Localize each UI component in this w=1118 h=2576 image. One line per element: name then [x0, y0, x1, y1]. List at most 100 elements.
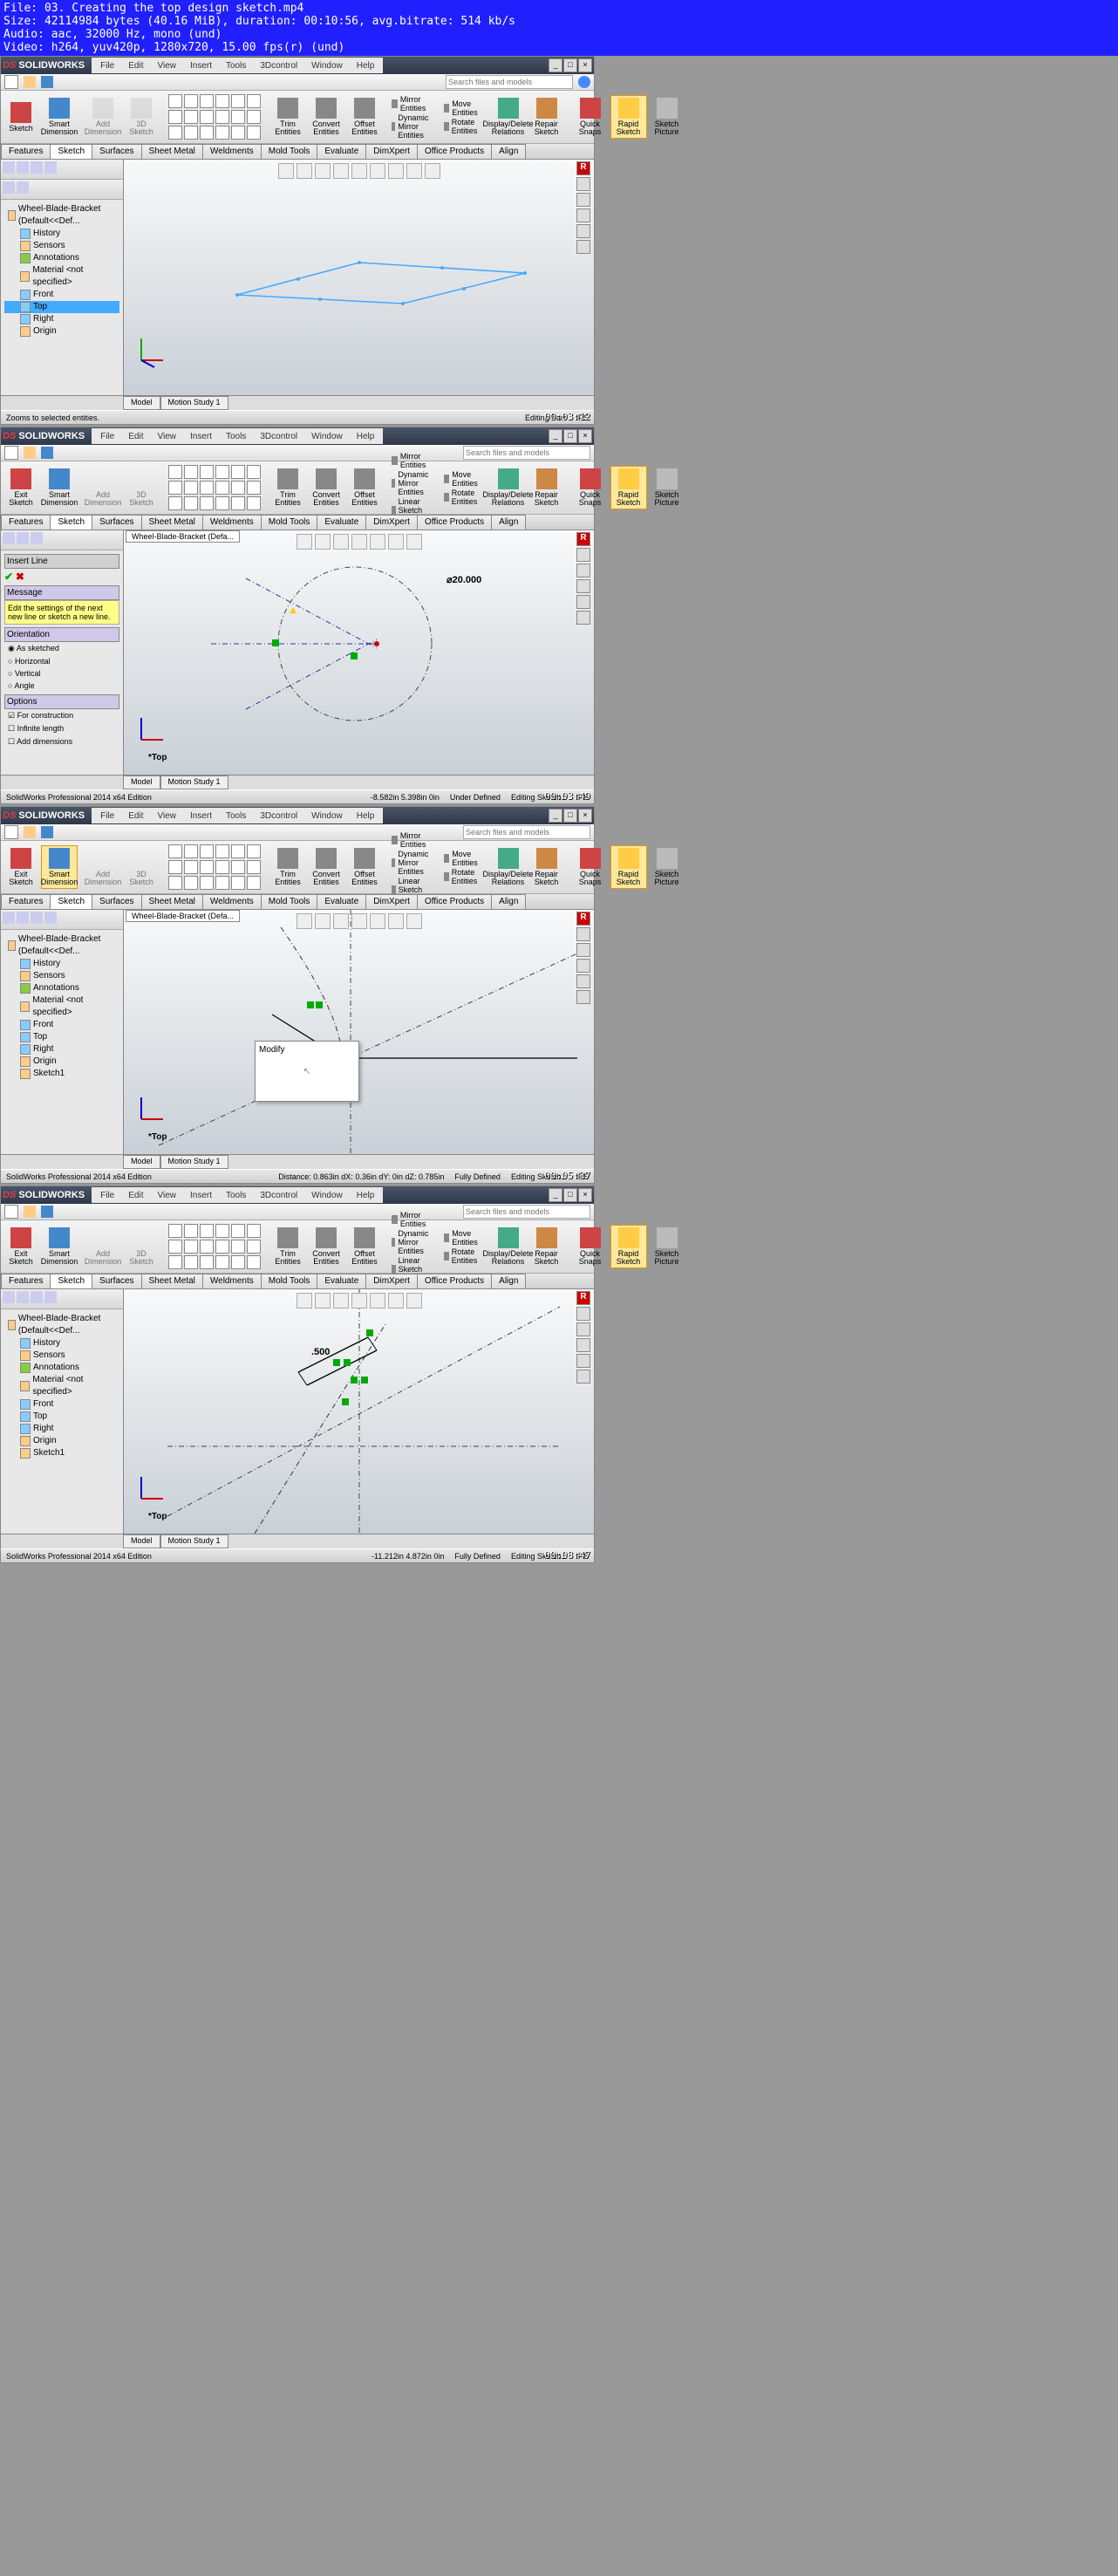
scene-icon[interactable]: [406, 534, 422, 550]
new-icon[interactable]: [4, 446, 18, 460]
plane-tool[interactable]: [247, 110, 261, 124]
ellipse-tool[interactable]: [184, 110, 198, 124]
menu-file[interactable]: File: [95, 810, 119, 823]
fillet-tool[interactable]: [200, 110, 214, 124]
menu-window[interactable]: Window: [306, 59, 348, 72]
file-explorer-icon[interactable]: [576, 564, 590, 577]
hex-tool[interactable]: [215, 496, 229, 510]
chamfer-tool[interactable]: [200, 126, 214, 140]
quick-snaps-button[interactable]: Quick Snaps: [572, 1225, 609, 1268]
3d-sketch-button[interactable]: 3D Sketch: [123, 1225, 160, 1268]
rapid-sketch-button[interactable]: Rapid Sketch: [610, 466, 647, 509]
menu-3dcontrol[interactable]: 3Dcontrol: [255, 810, 303, 823]
opt-angle[interactable]: ○ Angle: [4, 680, 119, 692]
view-palette-icon[interactable]: [576, 208, 590, 222]
modify-dialog[interactable]: Modify ↖: [255, 1041, 359, 1102]
circle-tool[interactable]: [184, 94, 198, 108]
appearance-icon[interactable]: [406, 163, 422, 179]
tab-sheetmetal[interactable]: Sheet Metal: [141, 515, 203, 530]
tree-material[interactable]: Material <not specified>: [4, 994, 119, 1019]
spline-tool[interactable]: [200, 94, 214, 108]
tab-surfaces[interactable]: Surfaces: [92, 515, 141, 530]
convert-button[interactable]: Convert Entities: [308, 845, 344, 889]
smart-dimension-button[interactable]: Smart Dimension: [41, 1225, 78, 1268]
close-button[interactable]: ×: [578, 809, 592, 823]
offset-tool[interactable]: [231, 126, 245, 140]
exit-sketch-button[interactable]: Exit Sketch: [3, 466, 39, 509]
mirror-entities[interactable]: Mirror Entities: [392, 452, 433, 469]
tree-origin[interactable]: Origin: [4, 325, 119, 338]
move-entities[interactable]: Move Entities: [444, 850, 481, 867]
search-input[interactable]: [463, 825, 590, 839]
add-dimension-button[interactable]: Add Dimension: [85, 466, 121, 509]
tab-motion-study[interactable]: Motion Study 1: [160, 1534, 228, 1548]
tab-office[interactable]: Office Products: [417, 144, 492, 159]
rotate-entities[interactable]: Rotate Entities: [444, 118, 481, 135]
doc-tab[interactable]: Wheel-Blade-Bracket (Defa...: [126, 530, 240, 543]
hide-show-icon[interactable]: [388, 163, 404, 179]
rect-tool[interactable]: [215, 465, 229, 479]
rapid-sketch-button[interactable]: Rapid Sketch: [610, 845, 647, 889]
open-icon[interactable]: [24, 447, 36, 459]
scene-icon[interactable]: [425, 163, 440, 179]
tab-evaluate[interactable]: Evaluate: [317, 515, 366, 530]
tree-sensors[interactable]: Sensors: [4, 1349, 119, 1362]
menu-view[interactable]: View: [152, 59, 181, 72]
rotate-entities[interactable]: Rotate Entities: [444, 868, 481, 885]
menu-tools[interactable]: Tools: [221, 810, 251, 823]
design-lib-icon[interactable]: [576, 548, 590, 562]
fillet-tool[interactable]: [200, 481, 214, 495]
convert-button[interactable]: Convert Entities: [308, 95, 344, 139]
menu-edit[interactable]: Edit: [123, 810, 148, 823]
section-icon[interactable]: [333, 534, 349, 550]
point-tool[interactable]: [215, 110, 229, 124]
opt-horizontal[interactable]: ○ Horizontal: [4, 655, 119, 667]
cancel-button[interactable]: ✖: [16, 571, 24, 583]
text-tool[interactable]: [231, 110, 245, 124]
display-style-icon[interactable]: [370, 534, 385, 550]
tab-model[interactable]: Model: [123, 396, 160, 410]
options-header[interactable]: Options: [4, 694, 119, 709]
quick-snaps-button[interactable]: Quick Snaps: [572, 845, 609, 889]
tree-top[interactable]: Top: [4, 1411, 119, 1423]
section-icon[interactable]: [333, 163, 349, 179]
chk-add-dims[interactable]: ☐ Add dimensions: [4, 735, 119, 748]
tab-model[interactable]: Model: [123, 776, 160, 789]
menu-3dcontrol[interactable]: 3Dcontrol: [255, 430, 303, 443]
menu-insert[interactable]: Insert: [185, 810, 217, 823]
custom-props-icon[interactable]: [576, 611, 590, 625]
close-button[interactable]: ×: [578, 58, 592, 72]
tree-origin[interactable]: Origin: [4, 1056, 119, 1068]
chk-infinite[interactable]: ☐ Infinite length: [4, 722, 119, 735]
view-palette-icon[interactable]: [576, 579, 590, 593]
tab-moldtools[interactable]: Mold Tools: [261, 515, 318, 530]
quick-snaps-button[interactable]: Quick Snaps: [572, 95, 609, 139]
custom-props-icon[interactable]: [576, 240, 590, 254]
add-dimension-button[interactable]: Add Dimension: [85, 845, 121, 889]
search-input[interactable]: [446, 75, 573, 89]
appearances-icon[interactable]: [576, 224, 590, 238]
sketch-picture-button[interactable]: Sketch Picture: [649, 845, 685, 889]
doc-tab[interactable]: Wheel-Blade-Bracket (Defa...: [126, 910, 240, 922]
plane-tool[interactable]: [247, 481, 261, 495]
menu-help[interactable]: Help: [351, 810, 380, 823]
maximize-button[interactable]: □: [563, 429, 577, 443]
maximize-button[interactable]: □: [563, 809, 577, 823]
menu-file[interactable]: File: [95, 59, 119, 72]
line-tool[interactable]: [168, 94, 182, 108]
3d-sketch-button[interactable]: 3D Sketch: [123, 466, 160, 509]
eye-icon[interactable]: [31, 161, 43, 174]
tree-root[interactable]: Wheel-Blade-Bracket (Default<<Def...: [4, 203, 119, 228]
tree-root[interactable]: Wheel-Blade-Bracket (Default<<Def...: [4, 933, 119, 958]
menu-help[interactable]: Help: [351, 430, 380, 443]
menu-insert[interactable]: Insert: [185, 59, 217, 72]
new-icon[interactable]: [4, 1205, 18, 1219]
text-tool[interactable]: [231, 481, 245, 495]
tree-icon[interactable]: [3, 532, 15, 544]
rapid-sketch-button[interactable]: Rapid Sketch: [610, 95, 647, 139]
menu-insert[interactable]: Insert: [185, 430, 217, 443]
repair-sketch-button[interactable]: Repair Sketch: [528, 1225, 565, 1268]
rotate-entities[interactable]: Rotate Entities: [444, 1247, 481, 1265]
save-icon[interactable]: [41, 76, 53, 88]
tree-material[interactable]: Material <not specified>: [4, 264, 119, 289]
